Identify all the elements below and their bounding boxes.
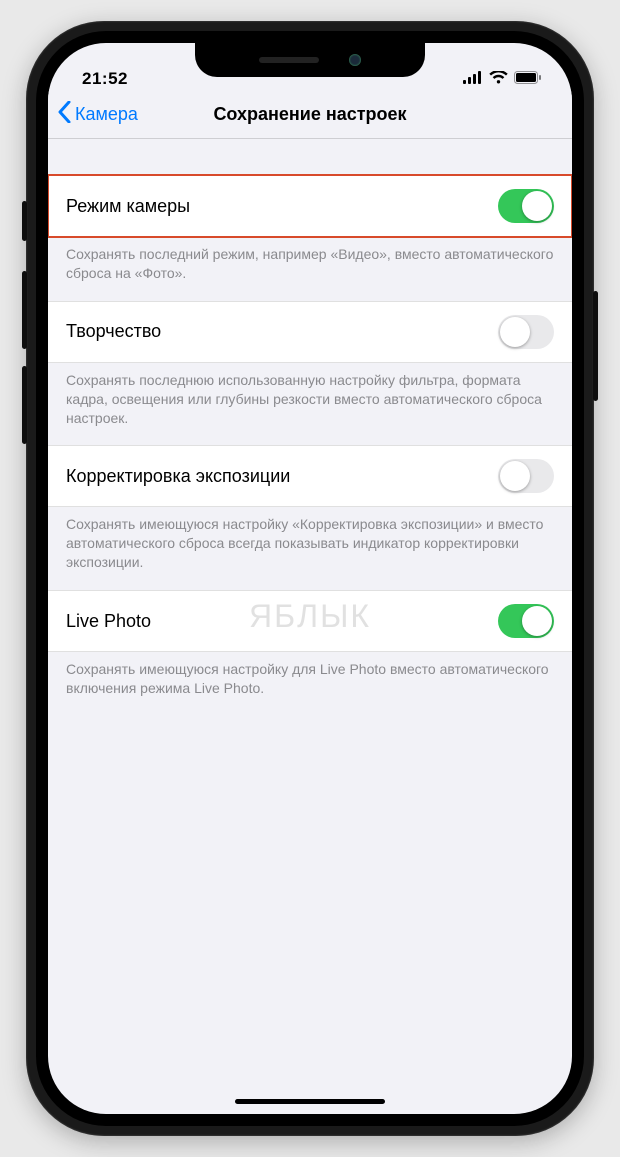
setting-label: Корректировка экспозиции: [66, 466, 290, 487]
cellular-icon: [463, 71, 483, 89]
setting-row-live-photo[interactable]: Live Photo: [48, 590, 572, 652]
volume-down-button: [22, 366, 27, 444]
status-icons: [463, 71, 542, 89]
toggle-live-photo[interactable]: [498, 604, 554, 638]
speaker: [259, 57, 319, 63]
volume-up-button: [22, 271, 27, 349]
setting-row-exposure[interactable]: Корректировка экспозиции: [48, 445, 572, 507]
notch: [195, 43, 425, 77]
setting-label: Live Photo: [66, 611, 151, 632]
setting-row-creativity[interactable]: Творчество: [48, 301, 572, 363]
setting-label: Творчество: [66, 321, 161, 342]
front-camera: [349, 54, 361, 66]
mute-switch: [22, 201, 27, 241]
toggle-camera-mode[interactable]: [498, 189, 554, 223]
setting-footer: Сохранять последний режим, например «Вид…: [48, 237, 572, 301]
toggle-creativity[interactable]: [498, 315, 554, 349]
power-button: [593, 291, 598, 401]
battery-icon: [514, 71, 542, 89]
phone-frame: 21:52: [26, 21, 594, 1136]
status-time: 21:52: [82, 69, 128, 89]
setting-footer: Сохранять последнюю использованную настр…: [48, 363, 572, 446]
toggle-exposure[interactable]: [498, 459, 554, 493]
screen: 21:52: [48, 43, 572, 1114]
back-label: Камера: [75, 104, 138, 125]
settings-list: Режим камеры Сохранять последний режим, …: [48, 139, 572, 716]
back-button[interactable]: Камера: [58, 101, 138, 128]
setting-footer: Сохранять имеющуюся настройку для Live P…: [48, 652, 572, 716]
setting-row-camera-mode[interactable]: Режим камеры: [48, 175, 572, 237]
setting-label: Режим камеры: [66, 196, 190, 217]
wifi-icon: [489, 71, 508, 89]
setting-footer: Сохранять имеющуюся настройку «Корректир…: [48, 507, 572, 590]
nav-bar: Камера Сохранение настроек: [48, 91, 572, 139]
home-indicator[interactable]: [235, 1099, 385, 1104]
chevron-left-icon: [58, 101, 71, 128]
